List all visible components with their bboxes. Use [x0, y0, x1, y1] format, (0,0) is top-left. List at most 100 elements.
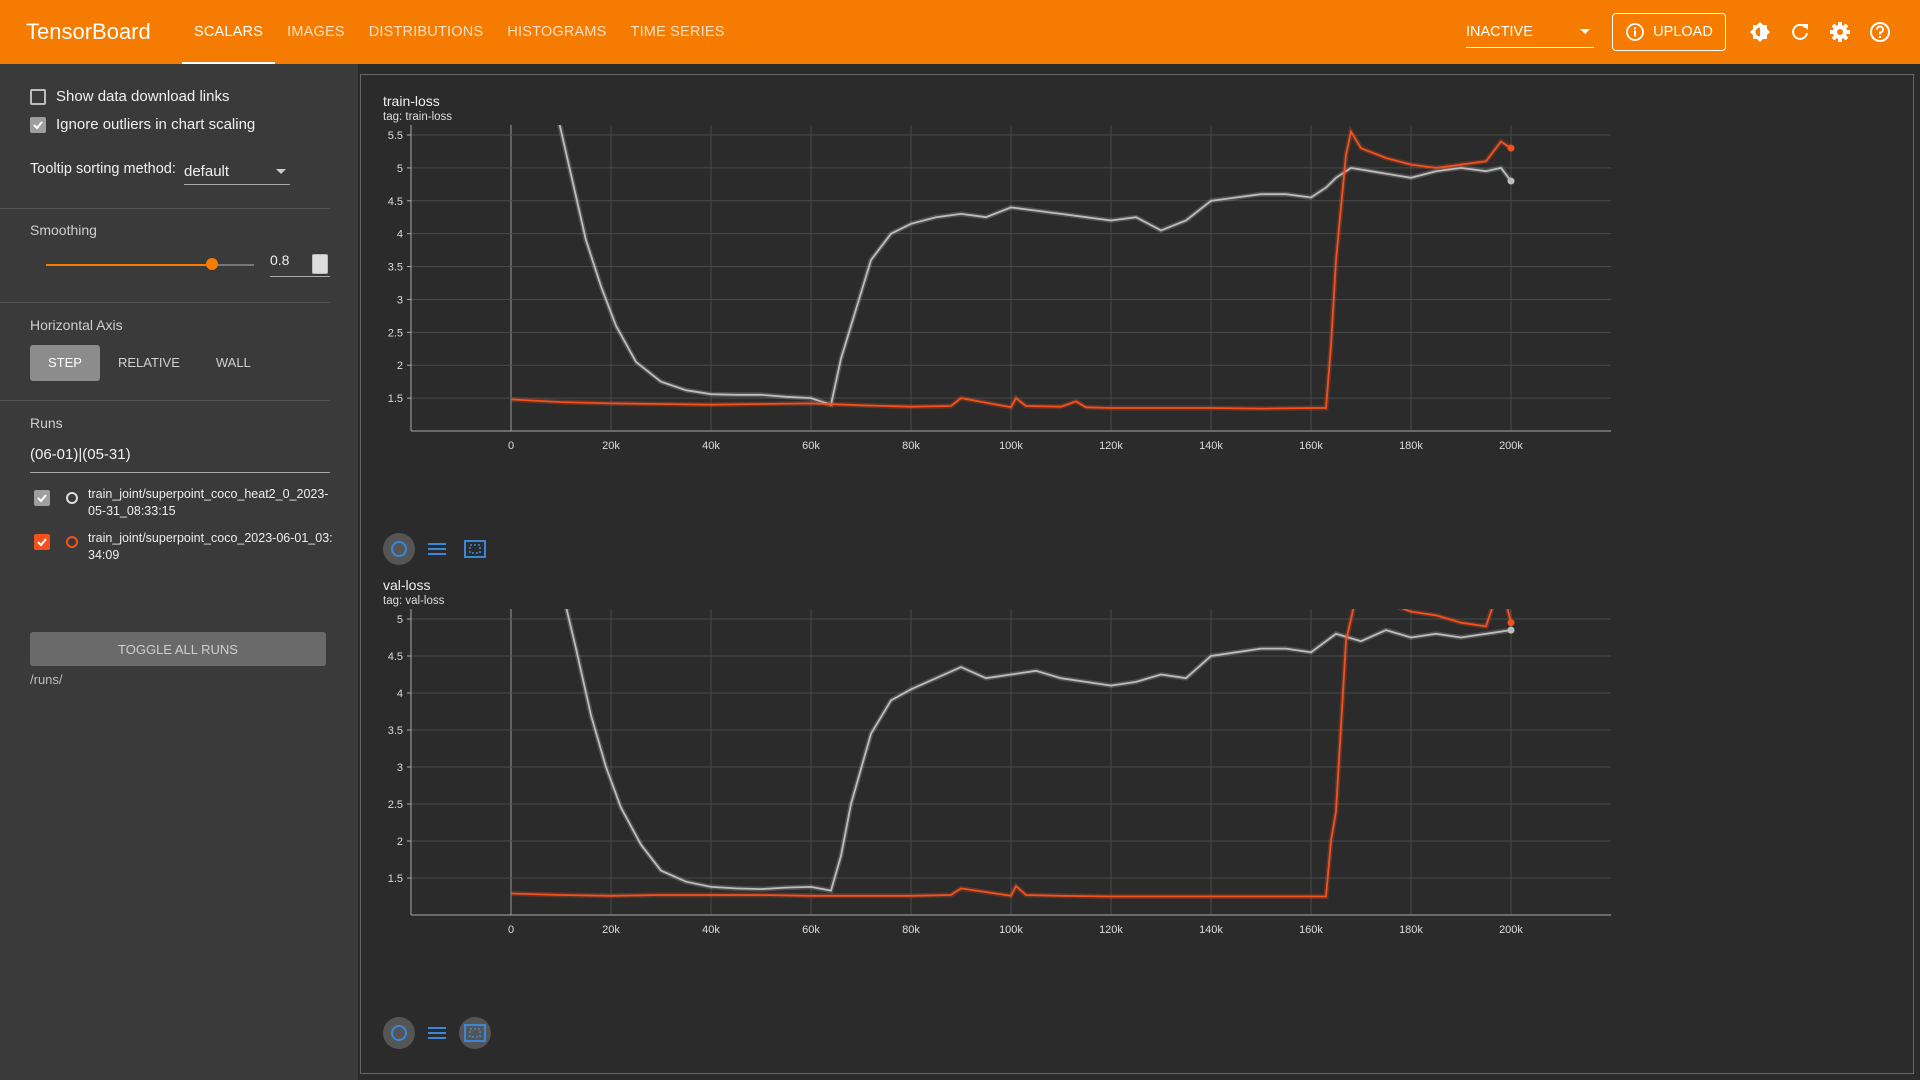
runs-filter-input[interactable]: (06-01)|(05-31) — [30, 446, 330, 473]
show-download-links-option[interactable]: Show data download links — [30, 88, 229, 105]
train-loss-chart[interactable]: 0 20k 40k 60k 80k 100k 120k 140k 160k 180k 200k 1.5… — [361, 125, 1913, 455]
info-icon — [1626, 23, 1645, 41]
y-tick-label: 4 — [397, 688, 403, 700]
reload-button[interactable] — [1780, 12, 1820, 52]
x-tick-label: 80k — [902, 924, 920, 936]
fit-domain-button[interactable] — [383, 1017, 415, 1049]
smoothing-slider-thumb[interactable] — [206, 258, 218, 270]
x-tick-label: 160k — [1299, 440, 1323, 452]
y-tick-label: 4.5 — [388, 651, 403, 663]
settings-button[interactable] — [1820, 12, 1860, 52]
expand-icon — [464, 540, 486, 558]
check-icon — [33, 120, 43, 129]
expand-chart-button[interactable] — [459, 533, 491, 565]
axis-relative-button[interactable]: RELATIVE — [100, 345, 198, 381]
toggle-log-scale-button[interactable] — [421, 1017, 453, 1049]
expand-chart-button[interactable] — [459, 1017, 491, 1049]
series-end-point — [1507, 177, 1515, 185]
run-color-circle[interactable] — [66, 492, 78, 504]
y-tick-label: 3 — [397, 762, 403, 774]
upload-button[interactable]: UPLOAD — [1612, 13, 1726, 51]
x-tick-label: 200k — [1499, 440, 1523, 452]
chart-title: val-loss — [383, 577, 431, 593]
chevron-down-icon — [1580, 29, 1590, 34]
series-line-0 — [558, 125, 1512, 406]
top-actions: INACTIVE UPLOAD — [1466, 0, 1920, 64]
tab-distributions[interactable]: DISTRIBUTIONS — [357, 0, 496, 64]
smoothing-input[interactable]: 0.8 — [270, 252, 330, 277]
top-app-bar: TensorBoard SCALARS IMAGES DISTRIBUTIONS… — [0, 0, 1920, 64]
x-tick-label: 60k — [802, 440, 820, 452]
tab-scalars[interactable]: SCALARS — [182, 0, 276, 64]
toggle-log-scale-button[interactable] — [421, 533, 453, 565]
series-shadow-line — [563, 609, 1512, 894]
chart-tag: tag: train-loss — [383, 111, 453, 123]
gear-icon — [1830, 22, 1850, 42]
show-download-links-label: Show data download links — [56, 88, 230, 105]
smoothing-slider[interactable] — [46, 258, 254, 270]
runs-path: /runs/ — [30, 672, 63, 687]
y-tick-label: 2 — [397, 360, 403, 372]
axis-wall-button[interactable]: WALL — [198, 345, 269, 381]
chart-toolbar — [383, 1017, 491, 1049]
x-tick-label: 160k — [1299, 924, 1323, 936]
x-tick-label: 60k — [802, 924, 820, 936]
x-tick-label: 180k — [1399, 924, 1423, 936]
y-tick-label: 2 — [397, 836, 403, 848]
runs-label: Runs — [30, 415, 63, 431]
tab-images[interactable]: IMAGES — [275, 0, 357, 64]
x-tick-label: 180k — [1399, 440, 1423, 452]
divider — [0, 302, 330, 303]
axis-step-button[interactable]: STEP — [30, 345, 100, 381]
refresh-icon — [1792, 23, 1808, 40]
expand-icon — [464, 1024, 486, 1042]
check-icon — [37, 538, 47, 547]
tooltip-sorting-select[interactable]: default — [184, 158, 290, 185]
y-tick-label: 4 — [397, 229, 403, 241]
x-tick-label: 40k — [702, 924, 720, 936]
ignore-outliers-option[interactable]: Ignore outliers in chart scaling — [30, 116, 255, 133]
main-panel: train-loss tag: train-loss 0 20k 40k 60k 80k… — [358, 64, 1920, 1080]
series-line-0 — [565, 609, 1512, 892]
x-tick-label: 200k — [1499, 924, 1523, 936]
run-item[interactable]: train_joint/superpoint_coco_heat2_0_2023… — [34, 486, 334, 520]
ignore-outliers-checkbox[interactable] — [30, 116, 46, 133]
run-name: train_joint/superpoint_coco_heat2_0_2023… — [88, 487, 329, 518]
tab-histograms[interactable]: HISTOGRAMS — [495, 0, 618, 64]
y-tick-label: 3.5 — [388, 725, 403, 737]
sidebar: Show data download links Ignore outliers… — [0, 64, 359, 1080]
divider — [0, 208, 330, 209]
chevron-down-icon — [276, 168, 286, 174]
plugin-select[interactable]: INACTIVE — [1466, 17, 1594, 48]
tooltip-sorting-value: default — [184, 162, 230, 180]
x-tick-label: 100k — [999, 924, 1023, 936]
tab-time-series[interactable]: TIME SERIES — [619, 0, 737, 64]
x-tick-label: 0 — [508, 440, 514, 452]
run-name: train_joint/superpoint_coco_2023-06-01_0… — [88, 531, 333, 562]
show-download-links-checkbox[interactable] — [30, 88, 46, 105]
run-checkbox[interactable] — [34, 534, 50, 550]
fullscreen-icon — [391, 1025, 407, 1041]
divider — [0, 400, 330, 401]
run-checkbox[interactable] — [34, 490, 50, 506]
run-color-circle[interactable] — [66, 536, 78, 548]
app-title: TensorBoard — [26, 19, 151, 44]
x-tick-label: 140k — [1199, 440, 1223, 452]
theme-toggle-button[interactable] — [1740, 12, 1780, 52]
horizontal-axis-toggle: STEP RELATIVE WALL — [30, 345, 269, 381]
list-icon — [428, 543, 446, 555]
help-button[interactable] — [1860, 12, 1900, 52]
x-tick-label: 0 — [508, 924, 514, 936]
x-tick-label: 140k — [1199, 924, 1223, 936]
plugin-select-value: INACTIVE — [1466, 23, 1533, 40]
check-icon — [37, 494, 47, 503]
smoothing-slider-fill — [46, 264, 212, 266]
toggle-all-runs-button[interactable]: TOGGLE ALL RUNS — [30, 632, 326, 666]
x-tick-label: 20k — [602, 924, 620, 936]
run-item[interactable]: train_joint/superpoint_coco_2023-06-01_0… — [34, 530, 334, 564]
series-end-point — [1507, 144, 1515, 152]
chart-tag: tag: val-loss — [383, 595, 445, 607]
fit-domain-button[interactable] — [383, 533, 415, 565]
stepper-icon[interactable] — [312, 254, 328, 274]
val-loss-chart[interactable]: 0 20k 40k 60k 80k 100k 120k 140k 160k 180k 200k 1.5… — [361, 609, 1913, 939]
